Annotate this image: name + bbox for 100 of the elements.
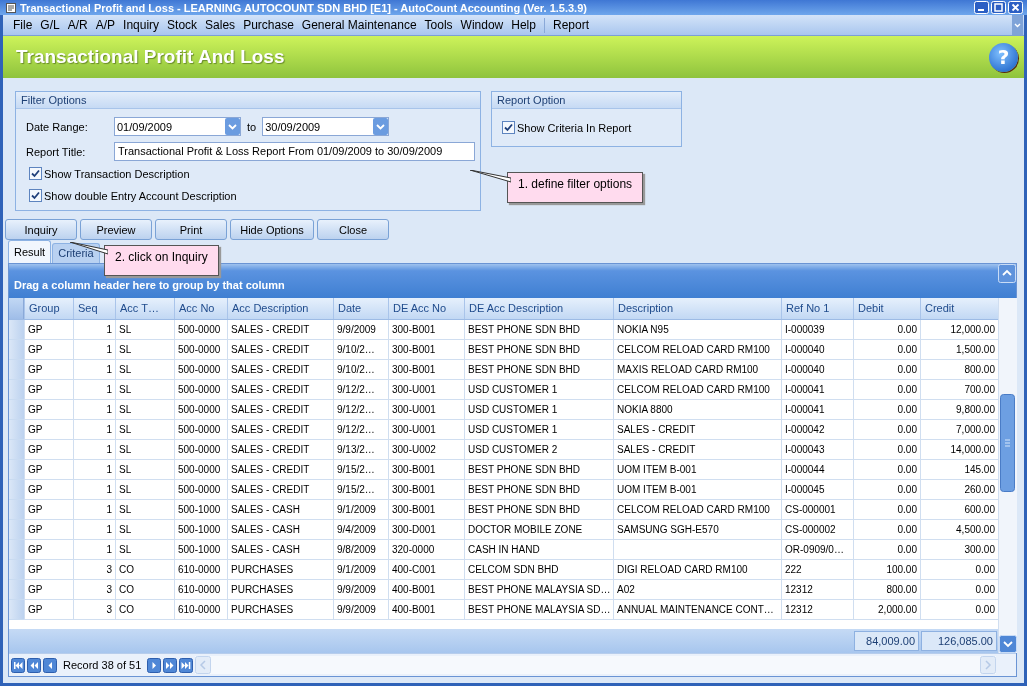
row-indicator[interactable] — [9, 400, 24, 420]
total-cell: 84,009.00 — [854, 631, 919, 651]
table-cell: CELCOM SDN BHD — [464, 560, 613, 580]
table-cell: 0.00 — [853, 320, 920, 340]
table-cell: 0.00 — [853, 520, 920, 540]
column-header[interactable]: Date — [333, 298, 388, 319]
close-button[interactable] — [1008, 1, 1023, 14]
column-header[interactable]: Group — [24, 298, 73, 319]
scroll-down-button[interactable] — [999, 635, 1017, 653]
menu-item[interactable]: Sales — [201, 18, 240, 32]
row-indicator[interactable] — [9, 460, 24, 480]
row-indicator[interactable] — [9, 380, 24, 400]
checkbox[interactable] — [502, 121, 515, 134]
menu-item[interactable]: A/P — [91, 18, 120, 32]
tab[interactable]: Result — [8, 240, 52, 263]
previous-record-button[interactable] — [43, 657, 57, 673]
row-indicator[interactable] — [9, 340, 24, 360]
table-cell: 0.00 — [853, 440, 920, 460]
close-button[interactable]: Close — [317, 219, 389, 240]
first-record-button[interactable] — [11, 657, 25, 673]
checkbox[interactable] — [29, 167, 42, 180]
table-cell: 9/12/2… — [333, 400, 388, 420]
print-button[interactable]: Print — [155, 219, 227, 240]
total-cell: 126,085.00 — [921, 631, 997, 651]
vertical-scrollbar[interactable] — [998, 298, 1017, 653]
column-header[interactable]: DE Acc No — [388, 298, 464, 319]
table-cell: 500-1000 — [174, 500, 227, 520]
date-dropdown[interactable]: 30/09/2009 — [262, 117, 390, 136]
table-cell: UOM ITEM B-001 — [613, 480, 781, 500]
table-cell: 320-0000 — [388, 540, 464, 560]
menu-item[interactable]: A/R — [63, 18, 92, 32]
table-cell: 1 — [73, 540, 115, 560]
table-cell: SALES - CREDIT — [613, 440, 781, 460]
menu-item[interactable]: G/L — [36, 18, 64, 32]
table-cell: 1 — [73, 500, 115, 520]
table-cell: GP — [24, 400, 73, 420]
menu-item[interactable]: File — [9, 18, 37, 32]
table-cell: PURCHASES — [227, 580, 333, 600]
row-indicator[interactable] — [9, 580, 24, 600]
next-record-button[interactable] — [147, 657, 162, 673]
column-header[interactable]: Acc No — [174, 298, 227, 319]
table-cell: USD CUSTOMER 1 — [464, 380, 613, 400]
table-cell: SALES - CREDIT — [227, 400, 333, 420]
menu-item[interactable]: Tools — [420, 18, 457, 32]
table-cell: 300-B001 — [388, 480, 464, 500]
row-indicator[interactable] — [9, 600, 24, 620]
row-indicator[interactable] — [9, 480, 24, 500]
table-cell: CS-000002 — [781, 520, 853, 540]
tab[interactable]: Criteria — [52, 243, 100, 263]
table-cell: SALES - CREDIT — [227, 340, 333, 360]
scroll-up-button[interactable] — [998, 264, 1016, 283]
row-indicator[interactable] — [9, 560, 24, 580]
column-header[interactable]: Acc T… — [115, 298, 174, 319]
column-header[interactable]: Ref No 1 — [781, 298, 853, 319]
table-cell: USD CUSTOMER 1 — [464, 400, 613, 420]
overflow-chevron-icon[interactable] — [1012, 15, 1023, 35]
callout-note: 2. click on Inquiry — [104, 245, 219, 276]
column-header[interactable]: DE Acc Description — [464, 298, 613, 319]
row-indicator[interactable] — [9, 540, 24, 560]
date-value: 30/09/2009 — [265, 120, 321, 133]
column-header[interactable]: Seq — [73, 298, 115, 319]
menu-item[interactable]: Inquiry — [119, 18, 164, 32]
table-cell: SALES - CREDIT — [227, 440, 333, 460]
table-cell: SALES - CREDIT — [227, 320, 333, 340]
report-title-field[interactable]: Transactional Profit & Loss Report From 01/09/2009 to 30/09/2009 — [114, 142, 475, 161]
date-dropdown[interactable]: 01/09/2009 — [114, 117, 241, 136]
row-indicator[interactable] — [9, 420, 24, 440]
menu-item[interactable]: Help — [507, 18, 540, 32]
row-indicator[interactable] — [9, 320, 24, 340]
table-cell: SALES - CASH — [227, 500, 333, 520]
menu-item[interactable]: Window — [456, 18, 508, 32]
minimize-button[interactable] — [974, 1, 989, 14]
inquiry-button[interactable]: Inquiry — [5, 219, 77, 240]
maximize-button[interactable] — [991, 1, 1006, 14]
last-record-button[interactable] — [179, 657, 194, 673]
preview-button[interactable]: Preview — [80, 219, 152, 240]
row-indicator[interactable] — [9, 360, 24, 380]
scroll-thumb[interactable] — [999, 394, 1016, 492]
column-header[interactable]: Acc Description — [227, 298, 333, 319]
row-indicator[interactable] — [9, 500, 24, 520]
previous-page-button[interactable] — [27, 657, 41, 673]
table-cell: GP — [24, 460, 73, 480]
table-cell: BEST PHONE MALAYSIA SD… — [464, 580, 613, 600]
checkbox[interactable] — [29, 189, 42, 202]
row-indicator[interactable] — [9, 520, 24, 540]
menu-item[interactable]: Purchase — [239, 18, 298, 32]
table-cell: 9/12/2… — [333, 420, 388, 440]
hide-options-button[interactable]: Hide Options — [230, 219, 314, 240]
table-cell: I-000039 — [781, 320, 853, 340]
next-page-button[interactable] — [163, 657, 178, 673]
menu-item[interactable]: Stock — [163, 18, 202, 32]
table-cell: PURCHASES — [227, 560, 333, 580]
table-cell: 300-B001 — [388, 340, 464, 360]
column-header[interactable]: Debit — [853, 298, 920, 319]
menu-item[interactable]: General Maintenance — [297, 18, 421, 32]
column-header[interactable]: Description — [613, 298, 781, 319]
row-indicator[interactable] — [9, 440, 24, 460]
menu-item[interactable]: Report — [548, 18, 593, 32]
table-cell: CO — [115, 580, 174, 600]
table-cell: I-000045 — [781, 480, 853, 500]
